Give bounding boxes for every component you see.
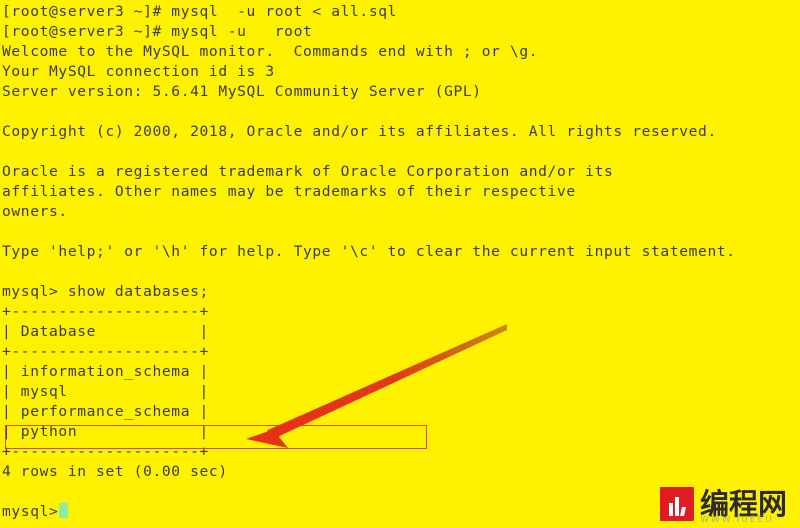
watermark: 编程网 WWW.IUEEU xyxy=(656,482,798,526)
row-count-text: 4 rows in set (0.00 sec) xyxy=(2,463,228,480)
table-header-row: | Database | xyxy=(2,323,209,340)
terminal-line-conn-id: Your MySQL connection id is 3 xyxy=(2,63,275,80)
table-row: | performance_schema | xyxy=(2,403,209,420)
terminal-line-trademark-3: owners. xyxy=(2,203,68,220)
logo-bar xyxy=(680,507,687,516)
terminal-line-sql-query: mysql> show databases; xyxy=(2,283,209,300)
table-row: | mysql | xyxy=(2,383,209,400)
terminal-line-version: Server version: 5.6.41 MySQL Community S… xyxy=(2,83,482,100)
table-separator-bottom: +--------------------+ xyxy=(2,443,209,460)
brand-logo-icon xyxy=(660,487,694,521)
terminal-line-blank-1 xyxy=(2,102,798,122)
terminal-line-blank-3 xyxy=(2,222,798,242)
cursor-block xyxy=(59,503,69,518)
terminal-line-welcome: Welcome to the MySQL monitor. Commands e… xyxy=(2,43,539,60)
logo-bar xyxy=(668,503,673,516)
terminal-line-trademark-2: affiliates. Other names may be trademark… xyxy=(2,183,576,200)
terminal-line-command-2: [root@server3 ~]# mysql -u root xyxy=(2,23,313,40)
terminal-line-blank-4 xyxy=(2,262,798,282)
table-separator-middle: +--------------------+ xyxy=(2,343,209,360)
terminal-line-help-hint: Type 'help;' or '\h' for help. Type '\c'… xyxy=(2,243,736,260)
table-separator-top: +--------------------+ xyxy=(2,303,209,320)
prompt-label: mysql> xyxy=(2,503,59,520)
terminal-output: [root@server3 ~]# mysql -u root < all.sq… xyxy=(2,2,798,522)
table-row: | information_schema | xyxy=(2,363,209,380)
terminal-line-command-1: [root@server3 ~]# mysql -u root < all.sq… xyxy=(2,3,398,20)
terminal-line-blank-2 xyxy=(2,142,798,162)
terminal-line-copyright: Copyright (c) 2000, 2018, Oracle and/or … xyxy=(2,123,717,140)
logo-bar xyxy=(675,497,679,516)
terminal-line-trademark-1: Oracle is a registered trademark of Orac… xyxy=(2,163,614,180)
watermark-sub-text: WWW.IUEEU xyxy=(700,515,774,525)
table-row-python: | python | xyxy=(2,423,209,440)
terminal-window: [root@server3 ~]# mysql -u root < all.sq… xyxy=(0,0,800,528)
